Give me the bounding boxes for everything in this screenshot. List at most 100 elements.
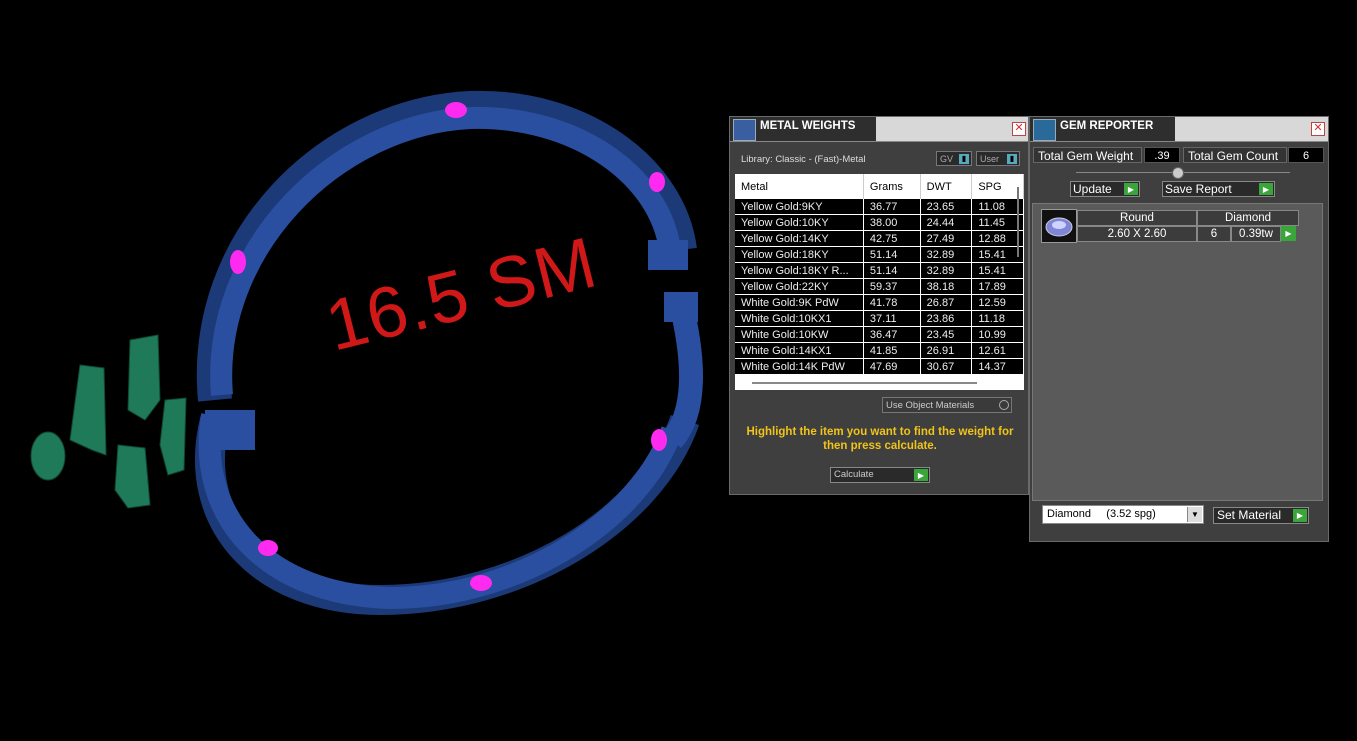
calculate-button[interactable]: Calculate ▶ (830, 467, 930, 483)
column-header-spg[interactable]: SPG (971, 174, 1024, 199)
play-icon: ▶ (1259, 183, 1273, 195)
metal-table[interactable]: Metal Grams DWT SPG Yellow Gold:9KY 36.77… (735, 174, 1024, 390)
table-cell: White Gold:14K PdW (735, 358, 864, 375)
round-gem-icon (1045, 217, 1073, 237)
gem-select-button[interactable]: ▶ (1281, 226, 1296, 241)
table-cell: 24.44 (920, 214, 973, 231)
3d-viewport[interactable]: 16.5 SM (0, 0, 720, 736)
total-gem-weight-label: Total Gem Weight (1033, 147, 1142, 163)
table-cell: 23.86 (920, 310, 973, 327)
gem-weight: 0.39tw (1231, 226, 1281, 242)
table-cell: White Gold:9K PdW (735, 294, 864, 311)
table-cell: White Gold:14KX1 (735, 342, 864, 359)
play-icon: ▶ (914, 469, 928, 481)
gem-count: 6 (1197, 226, 1231, 242)
set-material-button[interactable]: Set Material ▶ (1213, 507, 1309, 524)
table-cell: 12.61 (971, 342, 1024, 359)
table-row[interactable]: Yellow Gold:9KY 36.77 23.65 11.08 (735, 199, 1024, 215)
table-cell: 15.41 (971, 246, 1024, 263)
table-cell: 11.45 (971, 214, 1024, 231)
user-select[interactable]: User ▮ (976, 151, 1020, 166)
table-row[interactable]: White Gold:14KX1 41.85 26.91 12.61 (735, 342, 1024, 359)
table-row[interactable]: Yellow Gold:18KY R... 51.14 32.89 15.41 (735, 262, 1024, 279)
table-cell: 12.59 (971, 294, 1024, 311)
table-cell: 17.89 (971, 278, 1024, 295)
gem-thumbnail[interactable] (1041, 209, 1077, 243)
table-cell: Yellow Gold:18KY R... (735, 262, 864, 279)
gem-icon (1033, 119, 1056, 141)
table-cell: 11.08 (971, 199, 1024, 215)
table-cell: Yellow Gold:22KY (735, 278, 864, 295)
scale-icon (733, 119, 756, 141)
save-report-button[interactable]: Save Report ▶ (1162, 181, 1275, 197)
table-cell: 32.89 (920, 246, 973, 263)
table-cell: 12.88 (971, 230, 1024, 247)
table-row[interactable]: White Gold:9K PdW 41.78 26.87 12.59 (735, 294, 1024, 311)
table-cell: 26.91 (920, 342, 973, 359)
table-row[interactable]: Yellow Gold:22KY 59.37 38.18 17.89 (735, 278, 1024, 295)
table-cell: 59.37 (863, 278, 921, 295)
use-object-materials-select[interactable]: Use Object Materials (882, 397, 1012, 413)
table-row[interactable]: Yellow Gold:18KY 51.14 32.89 15.41 (735, 246, 1024, 263)
column-header-metal[interactable]: Metal (735, 174, 864, 199)
total-gem-count-value: 6 (1288, 147, 1324, 163)
table-cell: 37.11 (863, 310, 921, 327)
table-row[interactable]: Yellow Gold:10KY 38.00 24.44 11.45 (735, 214, 1024, 231)
gem-shape: Round (1077, 210, 1197, 226)
gv-select[interactable]: GV ▮ (936, 151, 972, 166)
table-row[interactable]: White Gold:14K PdW 47.69 30.67 14.37 (735, 358, 1024, 375)
table-cell: 47.69 (863, 358, 921, 375)
play-icon: ▶ (1124, 183, 1138, 195)
library-label: Library: Classic - (Fast)-Metal (741, 154, 866, 165)
close-icon[interactable]: ✕ (1012, 122, 1026, 136)
table-row[interactable]: White Gold:10KW 36.47 23.45 10.99 (735, 326, 1024, 343)
table-cell: 42.75 (863, 230, 921, 247)
column-header-grams[interactable]: Grams (863, 174, 921, 199)
table-cell: Yellow Gold:14KY (735, 230, 864, 247)
table-cell: 23.45 (920, 326, 973, 343)
gem-reporter-panel: GEM REPORTER ✕ Total Gem Weight .39 Tota… (1029, 116, 1329, 542)
gem-material: Diamond (1197, 210, 1299, 226)
table-cell: 41.85 (863, 342, 921, 359)
table-cell: 36.77 (863, 199, 921, 215)
table-cell: 27.49 (920, 230, 973, 247)
gem-reporter-title: GEM REPORTER (1060, 120, 1154, 132)
gem-reporter-titlebar[interactable]: GEM REPORTER ✕ (1030, 117, 1328, 142)
table-cell: 11.18 (971, 310, 1024, 327)
table-cell: 10.99 (971, 326, 1024, 343)
total-gem-weight-value: .39 (1144, 147, 1180, 163)
table-cell: 51.14 (863, 262, 921, 279)
table-cell: Yellow Gold:9KY (735, 199, 864, 215)
update-button[interactable]: Update ▶ (1070, 181, 1140, 197)
metal-weights-titlebar[interactable]: METAL WEIGHTS ✕ (730, 117, 1028, 142)
radio-icon (999, 400, 1009, 410)
play-icon: ▶ (1293, 509, 1307, 522)
vertical-scrollbar[interactable] (1017, 187, 1019, 257)
table-cell: 26.87 (920, 294, 973, 311)
table-cell: Yellow Gold:10KY (735, 214, 864, 231)
table-cell: 38.18 (920, 278, 973, 295)
instruction-text: Highlight the item you want to find the … (746, 426, 1014, 452)
gem-list: Round Diamond 2.60 X 2.60 6 0.39tw ▶ (1032, 203, 1323, 501)
table-cell: 32.89 (920, 262, 973, 279)
total-gem-count-label: Total Gem Count (1183, 147, 1287, 163)
table-cell: 15.41 (971, 262, 1024, 279)
table-cell: Yellow Gold:18KY (735, 246, 864, 263)
material-select[interactable]: Diamond (3.52 spg) ▼ (1042, 505, 1204, 524)
gem-size: 2.60 X 2.60 (1077, 226, 1197, 242)
metal-weights-title: METAL WEIGHTS (760, 120, 856, 132)
table-row[interactable]: White Gold:10KX1 37.11 23.86 11.18 (735, 310, 1024, 327)
table-cell: 41.78 (863, 294, 921, 311)
horizontal-scrollbar[interactable] (752, 382, 977, 384)
close-icon[interactable]: ✕ (1311, 122, 1325, 136)
metal-weights-panel: METAL WEIGHTS ✕ Library: Classic - (Fast… (729, 116, 1029, 495)
table-cell: 36.47 (863, 326, 921, 343)
table-row[interactable]: Yellow Gold:14KY 42.75 27.49 12.88 (735, 230, 1024, 247)
column-header-dwt[interactable]: DWT (920, 174, 973, 199)
table-cell: White Gold:10KW (735, 326, 864, 343)
table-cell: 30.67 (920, 358, 973, 375)
table-cell: White Gold:10KX1 (735, 310, 864, 327)
dropdown-icon: ▮ (959, 154, 969, 164)
collapse-icon[interactable] (1172, 167, 1184, 179)
bangle-model (30, 90, 704, 616)
